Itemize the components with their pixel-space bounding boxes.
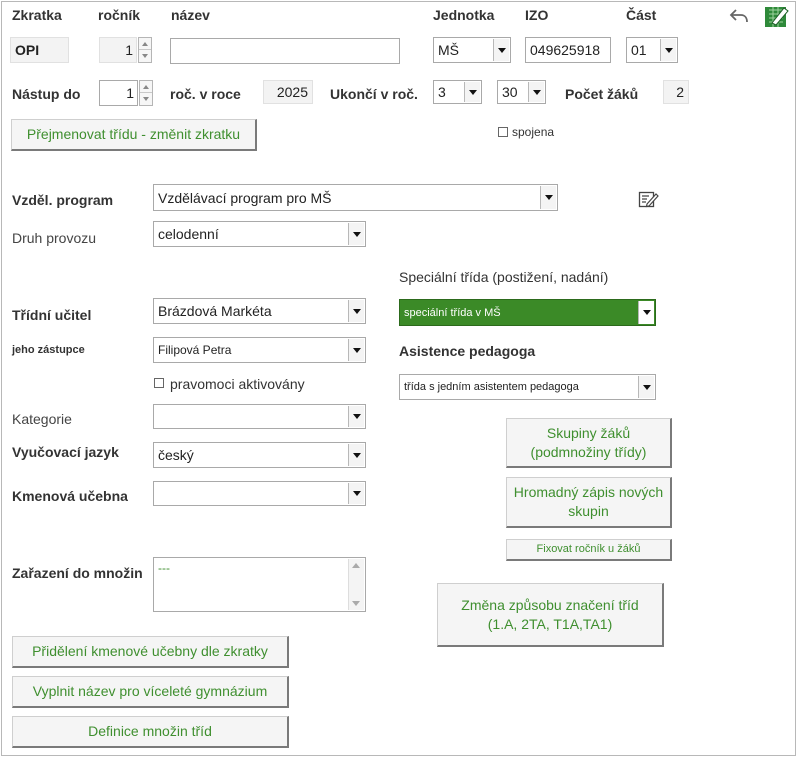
undo-icon[interactable]	[728, 6, 750, 26]
zmena-line2: (1.A, 2TA, T1A,TA1)	[487, 615, 613, 632]
asistence-value: třída s jedním asistentem pedagoga	[404, 381, 579, 393]
cast-value: 01	[631, 42, 647, 58]
mnoziny-listbox[interactable]: ---	[153, 557, 366, 612]
label-ucebna: Kmenová učebna	[12, 488, 128, 504]
chevron-down-icon[interactable]	[348, 483, 364, 504]
label-program: Vzděl. program	[12, 192, 114, 208]
definice-mnozin-button[interactable]: Definice množin tříd	[12, 716, 289, 748]
label-mnoziny: Zařazení do množin	[12, 565, 143, 581]
chevron-down-icon[interactable]	[348, 406, 364, 427]
ucebna-select[interactable]	[153, 481, 366, 506]
ukonci-value: 3	[438, 84, 446, 100]
label-nastup: Nástup do	[12, 86, 81, 102]
ucitel-value: Brázdová Markéta	[158, 303, 272, 319]
label-cast: Část	[626, 7, 657, 23]
nastup-stepper[interactable]	[139, 80, 153, 106]
label-roc-v-roce: roč. v roce	[170, 86, 241, 102]
rename-class-button[interactable]: Přejmenovat třídu - změnit zkratku	[11, 119, 257, 151]
scroll-up-icon[interactable]	[352, 563, 360, 568]
skupiny-line2: (podmnožiny třídy)	[530, 443, 647, 460]
ukonci-value-2: 30	[502, 84, 518, 100]
skupiny-line1: Skupiny žáků	[546, 424, 631, 441]
hromadny-line1: Hromadný zápis nových	[513, 484, 664, 500]
roc-v-roce-field: 2025	[263, 80, 313, 104]
chevron-down-icon[interactable]	[540, 186, 556, 209]
label-ukonci: Ukončí v roč.	[330, 86, 418, 102]
program-value: Vzdělávací program pro MŠ	[158, 189, 332, 206]
provoz-value: celodenní	[158, 226, 219, 242]
spojena-checkbox[interactable]	[498, 127, 508, 137]
vyplnit-nazev-button[interactable]: Vyplnit název pro víceleté gymnázium	[12, 676, 289, 708]
cast-select[interactable]: 01	[626, 37, 678, 63]
jednotka-value: MŠ	[438, 42, 459, 58]
pocet-zaku-field: 2	[663, 80, 689, 104]
ucitel-select[interactable]: Brázdová Markéta	[153, 298, 366, 324]
label-zkratka: Zkratka	[12, 7, 62, 23]
chevron-down-icon[interactable]	[660, 39, 676, 61]
mnoziny-scrollbar[interactable]	[348, 559, 364, 610]
jednotka-select[interactable]: MŠ	[433, 37, 511, 63]
edit-sheet-icon[interactable]	[764, 4, 790, 28]
zastupce-select[interactable]: Filipová Petra	[153, 337, 366, 363]
skupiny-zaku-button[interactable]: Skupiny žáků (podmnožiny třídy)	[506, 418, 672, 468]
chevron-down-icon[interactable]	[493, 39, 509, 61]
label-special: Speciální třída (postižení, nadání)	[399, 269, 609, 285]
label-rocnik: ročník	[98, 7, 141, 23]
label-kategorie: Kategorie	[12, 411, 72, 427]
prideleni-ucebny-button[interactable]: Přidělení kmenové učebny dle zkratky	[12, 636, 289, 668]
rocnik-stepper[interactable]	[138, 37, 152, 63]
chevron-down-icon[interactable]	[348, 339, 364, 361]
izo-input[interactable]: 049625918	[525, 37, 611, 63]
chevron-down-icon[interactable]	[348, 444, 364, 466]
label-jazyk: Vyučovací jazyk	[12, 444, 119, 460]
mnoziny-value: ---	[158, 561, 170, 575]
special-value: speciální třída v MŠ	[404, 306, 501, 319]
pravomoci-label: pravomoci aktivovány	[170, 376, 305, 392]
jazyk-value: český	[158, 447, 194, 463]
asistence-select[interactable]: třída s jedním asistentem pedagoga	[399, 374, 656, 400]
label-nazev: název	[171, 7, 210, 23]
zastupce-value: Filipová Petra	[158, 343, 232, 357]
chevron-down-icon[interactable]	[464, 82, 480, 102]
ukonci-select[interactable]: 3	[433, 80, 482, 104]
scroll-down-icon[interactable]	[352, 601, 360, 606]
chevron-down-icon[interactable]	[638, 376, 654, 398]
label-izo: IZO	[525, 7, 549, 23]
label-pocet-zaku: Počet žáků	[565, 86, 639, 102]
label-ucitel: Třídní učitel	[12, 307, 92, 323]
label-asistence: Asistence pedagoga	[399, 343, 536, 359]
edit-note-icon[interactable]	[638, 189, 660, 209]
provoz-select[interactable]: celodenní	[153, 221, 366, 247]
nastup-input[interactable]: 1	[99, 80, 138, 106]
fixovat-rocnik-button[interactable]: Fixovat ročník u žáků	[506, 539, 672, 561]
kategorie-select[interactable]	[153, 404, 366, 429]
zkratka-field[interactable]: OPI	[10, 37, 69, 63]
hromadny-line2: skupin	[568, 503, 609, 519]
chevron-down-icon[interactable]	[528, 82, 544, 102]
ukonci-select-2[interactable]: 30	[497, 80, 546, 104]
jazyk-select[interactable]: český	[153, 442, 366, 468]
spojena-label: spojena	[512, 125, 555, 139]
label-zastupce: jeho zástupce	[12, 344, 85, 356]
chevron-down-icon[interactable]	[638, 301, 654, 324]
hromadny-zapis-button[interactable]: Hromadný zápis nových skupin	[506, 477, 672, 528]
special-select[interactable]: speciální třída v MŠ	[399, 299, 656, 326]
zmena-znaceni-button[interactable]: Změna způsobu značení tříd (1.A, 2TA, T1A…	[437, 583, 664, 647]
pravomoci-checkbox[interactable]	[154, 378, 164, 388]
label-provoz: Druh provozu	[12, 230, 97, 246]
rocnik-field[interactable]: 1	[99, 37, 137, 63]
zmena-line1: Změna způsobu značení tříd	[461, 596, 639, 613]
program-select[interactable]: Vzdělávací program pro MŠ	[153, 184, 558, 211]
chevron-down-icon[interactable]	[348, 300, 364, 322]
chevron-down-icon[interactable]	[348, 223, 364, 245]
nazev-input[interactable]	[170, 38, 400, 64]
label-jednotka: Jednotka	[433, 7, 495, 23]
